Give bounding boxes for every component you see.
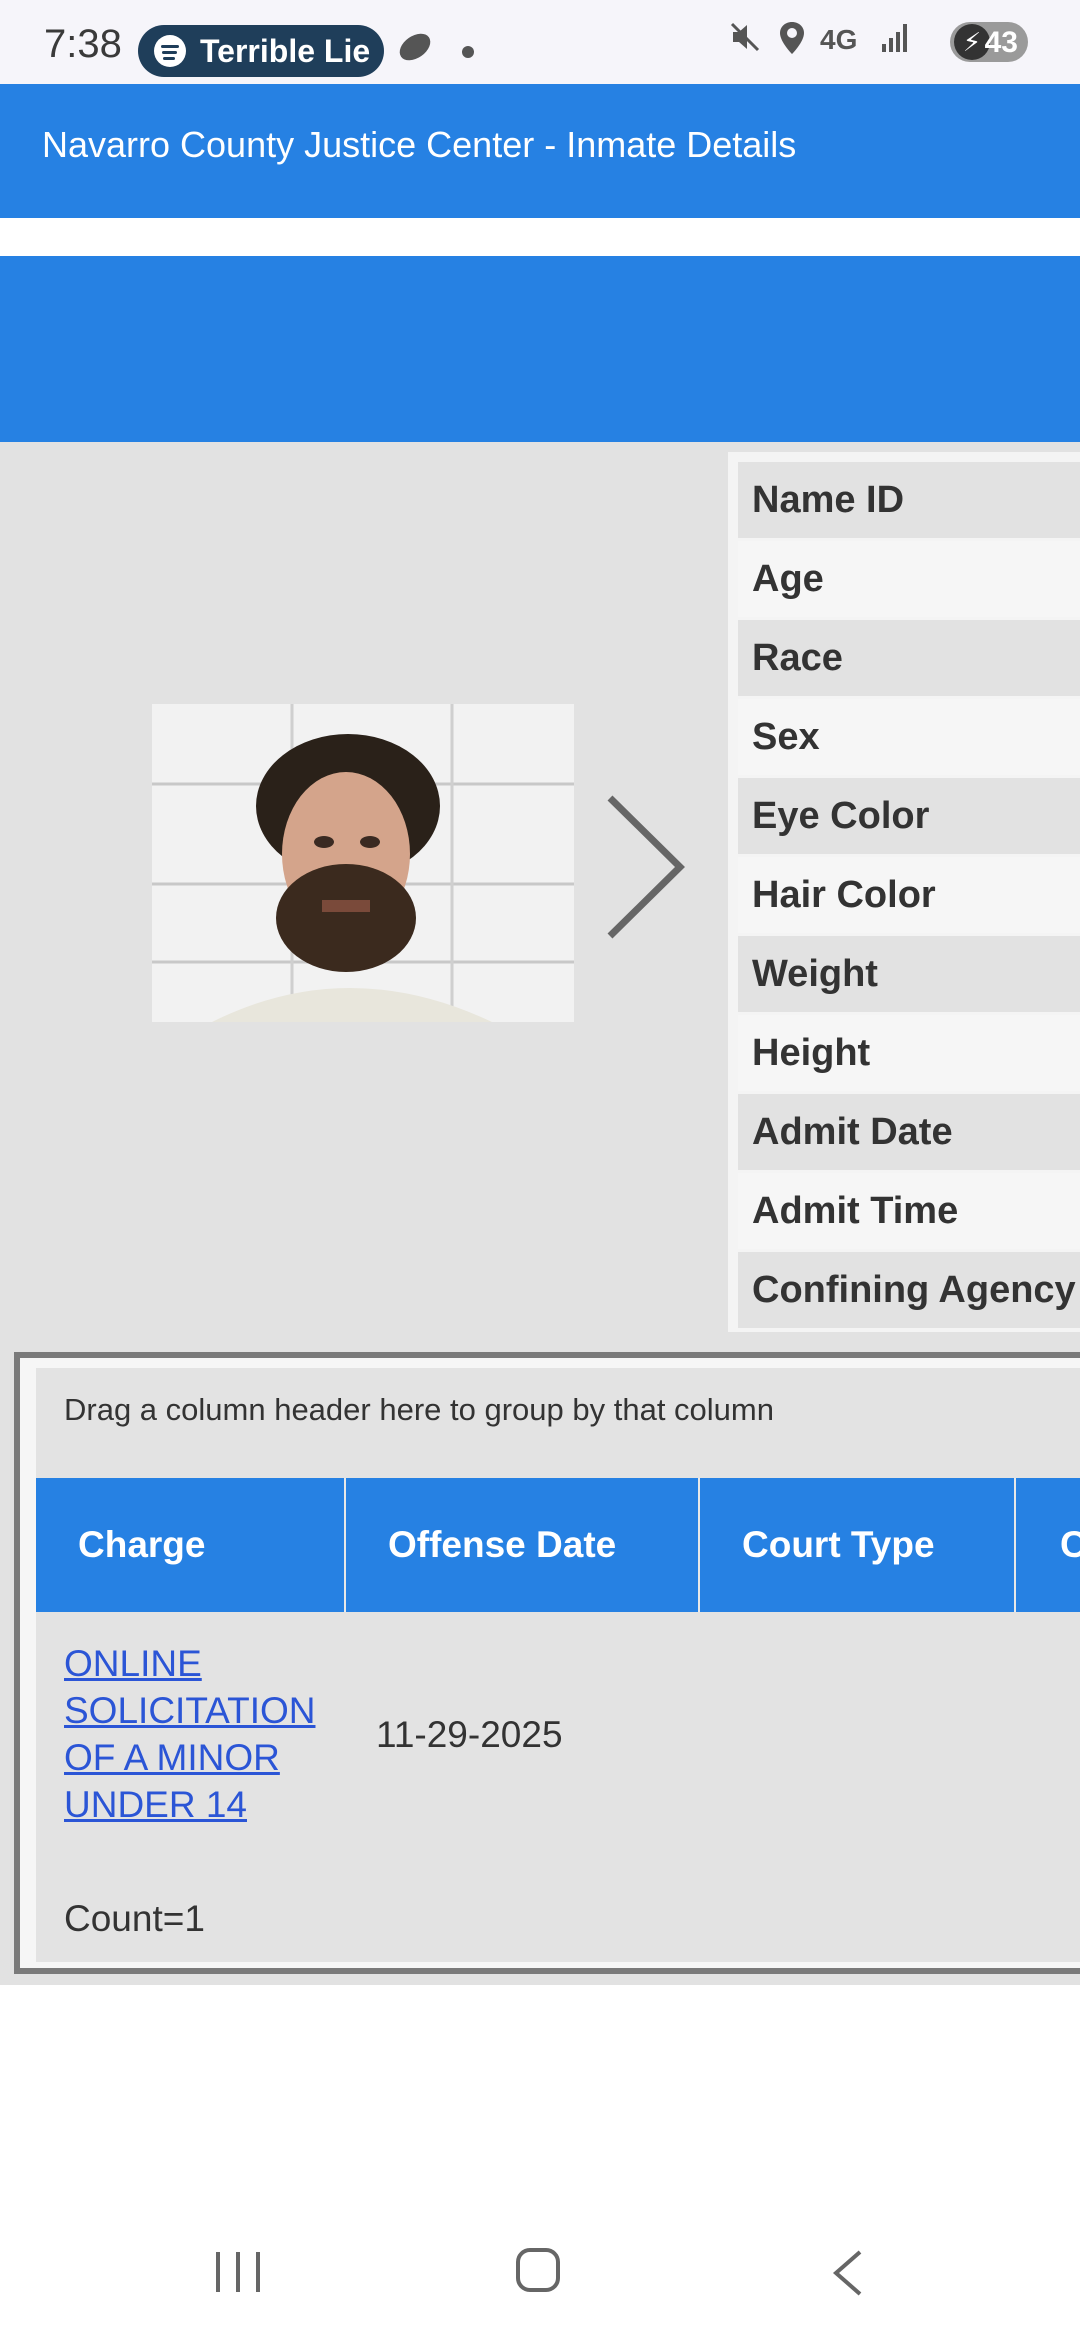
table-row: ONLINE SOLICITATION OF A MINOR UNDER 14 … [36,1612,1080,1862]
inmate-info-panel: Name ID Age Race Sex Eye Color Hair Colo… [728,452,1080,1332]
grid-header-row: Charge Offense Date Court Type C [36,1478,1080,1612]
page-title: Navarro County Justice Center - Inmate D… [42,124,797,165]
spotify-icon [154,35,186,67]
field-confining-agency: Confining Agency [738,1252,1080,1328]
charge-link[interactable]: ONLINE SOLICITATION OF A MINOR UNDER 14 [64,1640,354,1828]
battery-indicator: ⚡ 43 [950,22,1028,62]
signal-icon [880,20,912,62]
status-time: 7:38 [44,22,122,66]
mute-icon [728,20,762,62]
chevron-right-icon[interactable] [600,792,690,942]
battery-level: 43 [984,26,1018,59]
football-icon [394,28,436,66]
column-header-charge[interactable]: Charge [36,1478,346,1612]
status-bar: 7:38 Terrible Lie 4G ⚡ 43 [0,0,1080,84]
home-button[interactable] [516,2248,560,2292]
column-header-court-type[interactable]: Court Type [700,1478,1016,1612]
recent-apps-button[interactable] [214,2252,264,2292]
field-admit-time: Admit Time [738,1173,1080,1249]
field-eye-color: Eye Color [738,778,1080,854]
location-icon [778,20,806,64]
field-sex: Sex [738,699,1080,775]
mugshot-photo[interactable] [152,704,574,1022]
group-by-hint[interactable]: Drag a column header here to group by th… [64,1392,774,1428]
column-header-offense-date[interactable]: Offense Date [346,1478,700,1612]
row-count: Count=1 [64,1898,205,1939]
field-age: Age [738,541,1080,617]
now-playing-chip[interactable]: Terrible Lie [138,25,384,77]
column-header-truncated[interactable]: C [1016,1478,1080,1612]
field-admit-date: Admit Date [738,1094,1080,1170]
charges-grid: Drag a column header here to group by th… [14,1352,1080,1974]
now-playing-title: Terrible Lie [200,33,371,69]
field-race: Race [738,620,1080,696]
offense-date-cell: 11-29-2025 [376,1714,563,1755]
field-weight: Weight [738,936,1080,1012]
app-bar: Navarro County Justice Center - Inmate D… [0,84,1080,218]
field-name-id: Name ID [738,462,1080,538]
inmate-detail-section: Name ID Age Race Sex Eye Color Hair Colo… [0,442,1080,1985]
more-notifications-dot [462,46,474,58]
network-type: 4G [820,24,858,55]
header-banner [0,256,1080,442]
field-hair-color: Hair Color [738,857,1080,933]
charges-grid-body: Drag a column header here to group by th… [36,1368,1080,1962]
back-button[interactable] [828,2248,868,2298]
system-nav-bar [0,2200,1080,2340]
field-height: Height [738,1015,1080,1091]
